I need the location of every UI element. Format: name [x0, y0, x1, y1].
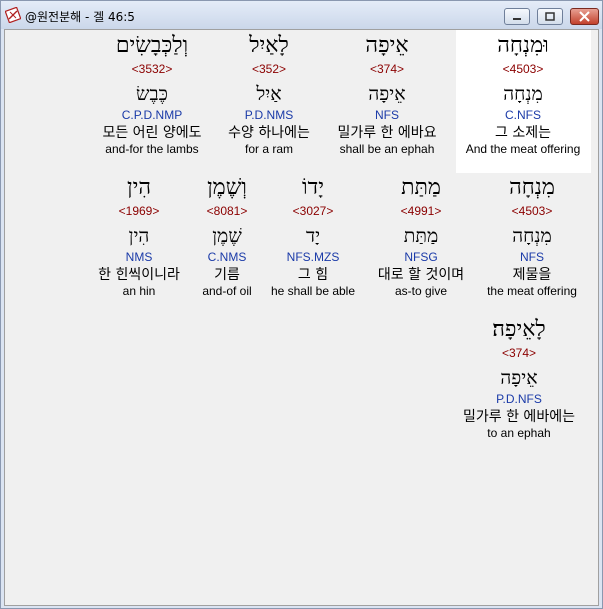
close-button[interactable]: [570, 8, 599, 25]
english-gloss: and-for the lambs: [105, 142, 199, 156]
lemma: כֶּבֶשׂ: [136, 83, 168, 105]
korean-gloss: 밀가루 한 에바에는: [463, 409, 575, 425]
minimize-button[interactable]: [504, 8, 530, 25]
close-icon: [579, 11, 590, 22]
word-cell[interactable]: וּמִנְחָה <4503> מִנְחָה C.NFS 그 소제는 And…: [448, 33, 598, 157]
word-cell[interactable]: לָאֵיפָה׃ <374> אֵיפָה P.D.NFS 밀가루 한 에바에…: [444, 317, 594, 441]
parsing-code: NMS: [125, 250, 153, 264]
hebrew-word: הִין: [126, 175, 152, 200]
english-gloss: an hin: [122, 284, 156, 298]
hebrew-word: וּמִנְחָה: [497, 33, 549, 58]
parsing-code: P.D.NFS: [496, 392, 542, 406]
korean-gloss: 한 힌씩이니라: [98, 267, 180, 283]
english-gloss: And the meat offering: [465, 142, 581, 156]
strong-number[interactable]: <1969>: [64, 204, 214, 218]
bible-book-icon: [5, 7, 21, 23]
word-cell[interactable]: וְלַכְּבָשִׂים <3532> כֶּבֶשׂ C.P.D.NMP …: [77, 33, 227, 157]
interlinear-panel: וּמִנְחָה <4503> מִנְחָה C.NFS 그 소제는 And…: [4, 29, 599, 606]
strong-number[interactable]: <374>: [444, 346, 594, 360]
interlinear-window: @원전분해 - 겔 46:5 וּמִנְחָה <4503> מִנְחָה …: [0, 0, 603, 609]
hebrew-word: וְלַכְּבָשִׂים: [115, 33, 189, 58]
word-cell[interactable]: הִין <1969> הִין NMS 한 힌씩이니라 an hin: [64, 175, 214, 299]
korean-gloss: 그 소제는: [495, 125, 551, 141]
strong-number[interactable]: <3532>: [77, 62, 227, 76]
parsing-code: C.NFS: [505, 108, 541, 122]
maximize-icon: [545, 12, 555, 21]
parsing-code: C.P.D.NMP: [121, 108, 183, 122]
hebrew-word: לָאֵיפָה׃: [492, 317, 546, 342]
minimize-icon: [513, 18, 521, 20]
strong-number[interactable]: <4503>: [448, 62, 598, 76]
english-gloss: to an ephah: [487, 426, 551, 440]
window-title: @원전분해 - 겔 46:5: [25, 10, 135, 24]
maximize-button[interactable]: [537, 8, 563, 25]
korean-gloss: 모든 어린 양에도: [102, 125, 202, 141]
title-bar[interactable]: @원전분해 - 겔 46:5: [1, 1, 602, 29]
lemma: אֵיפָה: [500, 367, 538, 389]
lemma: מִנְחָה: [503, 83, 543, 105]
lemma: הִין: [128, 225, 150, 247]
